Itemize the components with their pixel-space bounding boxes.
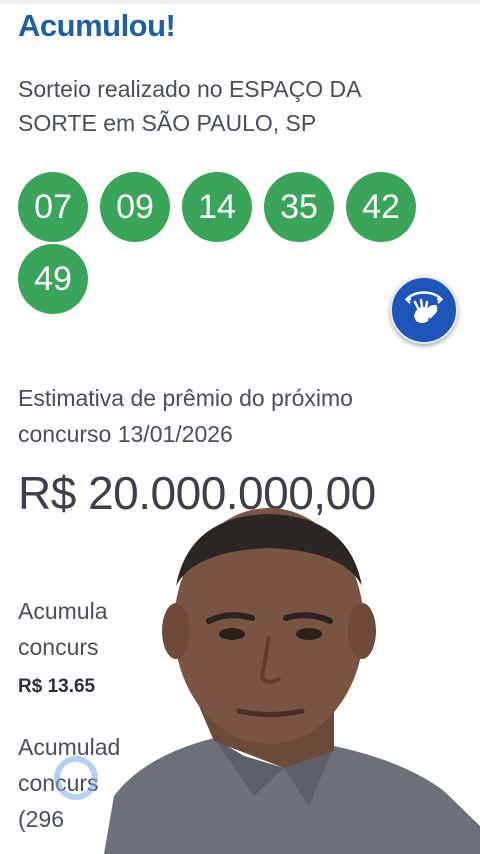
number-ball: 49 [18, 244, 88, 314]
accumulated-label: concurs [18, 634, 99, 660]
accumulated-value: R$ 13.65 [18, 676, 96, 697]
number-ball: 42 [346, 172, 416, 242]
result-title: Acumulou! [18, 8, 176, 43]
next-draw-estimate: Estimativa de prêmio do próximo concurso… [18, 380, 458, 452]
accumulated-label: Acumula [18, 598, 108, 624]
draw-location-line-2: SORTE em SÃO PAULO, SP [18, 110, 317, 136]
number-ball: 14 [182, 172, 252, 242]
number-ball: 07 [18, 172, 88, 242]
estimate-line-2: concurso 13/01/2026 [18, 421, 233, 447]
number-ball: 35 [264, 172, 334, 242]
sign-language-icon [405, 291, 443, 323]
draw-location: Sorteio realizado no ESPAÇO DA SORTE em … [18, 72, 448, 140]
estimate-line-1: Estimativa de prêmio do próximo [18, 385, 353, 411]
draw-location-line-1: Sorteio realizado no ESPAÇO DA [18, 76, 362, 102]
loading-spinner-icon [54, 756, 98, 800]
drawn-numbers: 07 09 14 35 42 49 [18, 172, 438, 317]
number-ball: 09 [100, 172, 170, 242]
accumulated-label: (296 [18, 806, 65, 832]
presenter-video-overlay [104, 508, 480, 854]
top-divider [0, 0, 480, 4]
accessibility-button[interactable] [390, 276, 458, 344]
